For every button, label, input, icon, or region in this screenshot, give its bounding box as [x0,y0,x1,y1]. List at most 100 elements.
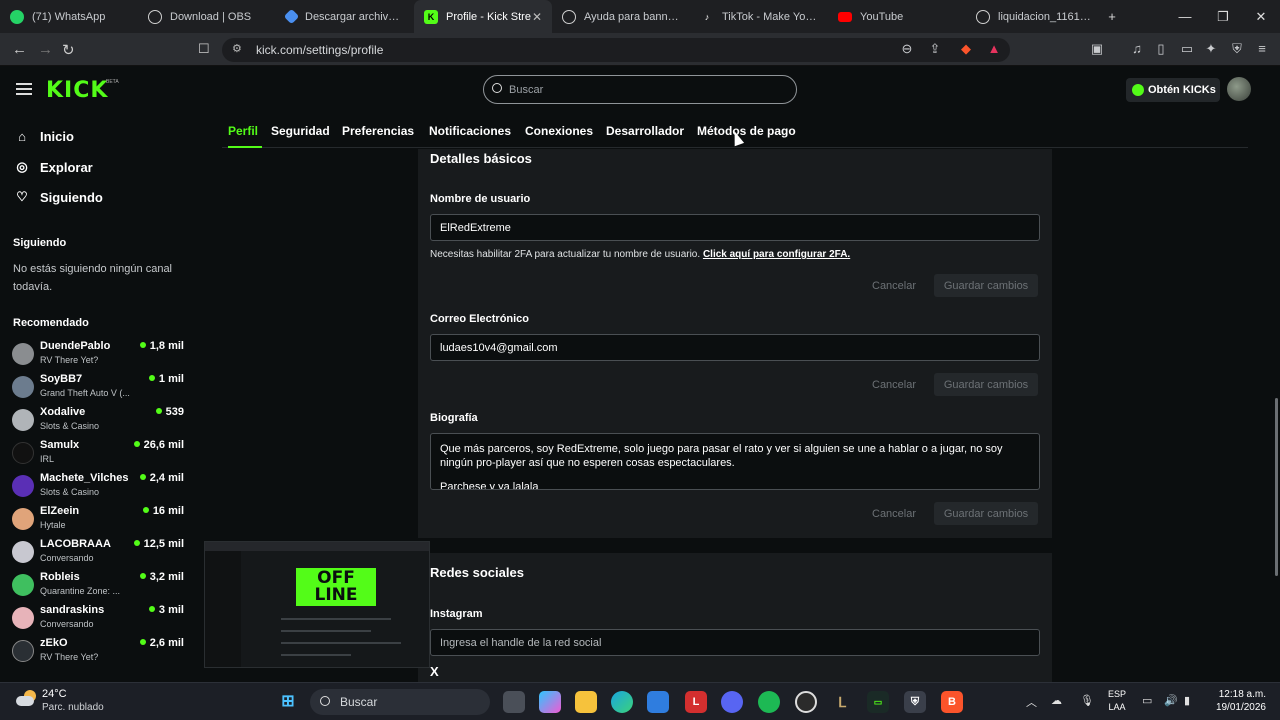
leo-ai-icon[interactable]: ✦ [1203,42,1219,56]
cancel-button[interactable]: Cancelar [872,379,916,391]
onedrive-icon[interactable]: ☁ [1051,694,1062,707]
obs-icon[interactable] [795,691,817,713]
close-preview-button[interactable]: X [430,664,439,679]
weather-condition: Parc. nublado [42,702,104,713]
browser-tab-liquidacion[interactable]: liquidacion_1161513 [966,0,1104,33]
save-button[interactable]: Guardar cambios [934,274,1038,297]
tab-perfil[interactable]: Perfil [228,124,258,138]
forward-icon[interactable]: → [38,41,53,58]
file-explorer-icon[interactable] [575,691,597,713]
language-indicator[interactable]: ESP LAA [1108,688,1126,714]
app-l-icon[interactable]: L [685,691,707,713]
reload-icon[interactable]: ↻ [62,41,75,59]
tab-notificaciones[interactable]: Notificaciones [429,124,511,138]
sidebar-toggle-icon[interactable]: ▯ [1153,42,1169,56]
browser-tab-obs[interactable]: Download | OBS [138,0,276,33]
copilot-icon[interactable] [539,691,561,713]
browser-tab-chatgpt[interactable]: Ayuda para banner k [552,0,690,33]
recommended-channel[interactable]: DuendePablo RV There Yet? 1,8 mil [12,340,184,372]
live-dot-icon [139,639,146,645]
volume-icon[interactable]: 🔊 [1164,694,1178,707]
sidebar-item-explorar[interactable]: ◎ Explorar [14,159,92,175]
spotify-icon[interactable] [758,691,780,713]
browser-tab-ilovepdf[interactable]: Descargar archivo | iL [276,0,414,33]
league-icon[interactable]: Ⅼ [831,691,853,713]
zoom-icon[interactable]: ⊖ [899,42,915,56]
close-tab-icon[interactable]: ✕ [532,10,542,24]
brave-rewards-icon[interactable]: ▲ [986,42,1002,56]
username-field[interactable]: ElRedExtreme [430,214,1040,241]
avatar [12,607,34,629]
page-scrollbar[interactable] [1275,398,1278,576]
maximize-icon[interactable]: ❐ [1204,9,1242,25]
recommended-channel[interactable]: Robleis Quarantine Zone: ... 3,2 mil [12,571,184,603]
sidebar-item-siguiendo[interactable]: ♡ Siguiendo [14,189,103,205]
instagram-label: Instagram [430,608,483,620]
instagram-field[interactable]: Ingresa el handle de la red social [430,629,1040,656]
avatar [12,343,34,365]
task-view-icon[interactable] [503,691,525,713]
tray-overflow-icon[interactable]: ︿ [1026,694,1037,710]
close-window-icon[interactable]: ✕ [1242,9,1280,25]
tab-conexiones[interactable]: Conexiones [525,124,593,138]
get-kicks-button[interactable]: Obtén KICKs [1126,78,1220,102]
screenshot-icon[interactable]: ▣ [1089,42,1105,56]
recommended-channel[interactable]: Machete_Vilches Slots & Casino 2,4 mil [12,472,184,504]
recommended-channel[interactable]: LACOBRAAA Conversando 12,5 mil [12,538,184,570]
vpn-icon[interactable]: ⛨ [1229,42,1245,56]
share-icon[interactable]: ⇪ [927,42,943,56]
save-button[interactable]: Guardar cambios [934,502,1038,525]
recommended-channel[interactable]: Xodalive Slots & Casino 539 [12,406,184,438]
email-field[interactable]: ludaes10v4@gmail.com [430,334,1040,361]
url-field[interactable]: ⚙ kick.com/settings/profile [222,38,1010,62]
user-avatar[interactable] [1227,77,1251,101]
wallet-icon[interactable]: ▭ [1179,42,1195,56]
tab-desarrollador[interactable]: Desarrollador [606,124,684,138]
recommended-channel[interactable]: ElZeein Hytale 16 mil [12,505,184,537]
tab-seguridad[interactable]: Seguridad [271,124,330,138]
live-dot-icon [148,606,155,612]
browser-tab-tiktok[interactable]: ♪ TikTok - Make Your D [690,0,828,33]
recommended-channel[interactable]: Samulx IRL 26,6 mil [12,439,184,471]
edge-icon[interactable] [611,691,633,713]
app-shield-icon[interactable]: ⛨ [904,691,926,713]
browser-tab-whatsapp[interactable]: (71) WhatsApp [0,0,138,33]
twofa-link[interactable]: Click aquí para configurar 2FA. [703,249,850,260]
recommended-channel[interactable]: zEkO RV There Yet? 2,6 mil [12,637,184,669]
site-settings-icon[interactable]: ⚙ [232,42,242,55]
recommended-channel[interactable]: SoyBB7 Grand Theft Auto V (... 1 mil [12,373,184,405]
minimize-icon[interactable]: — [1166,9,1204,24]
browser-tab-youtube[interactable]: YouTube [828,0,966,33]
windows-start-icon[interactable]: ⊞ [277,691,299,713]
menu-icon[interactable]: ≡ [1254,42,1270,56]
clock[interactable]: 12:18 a.m. 19/01/2026 [1210,688,1266,714]
recommended-channel[interactable]: sandraskins Conversando 3 mil [12,604,184,636]
microphone-icon[interactable]: 🎙 [1080,694,1094,707]
browser-tab-kick[interactable]: K Profile - Kick Stre ✕ [414,0,552,33]
brave-shield-icon[interactable]: ◆ [958,42,974,56]
bookmark-icon[interactable]: ☐ [198,41,210,57]
cancel-button[interactable]: Cancelar [872,508,916,520]
tab-preferencias[interactable]: Preferencias [342,124,414,138]
hamburger-menu-icon[interactable] [16,83,32,95]
brave-icon[interactable]: B [941,691,963,713]
save-button[interactable]: Guardar cambios [934,373,1038,396]
cancel-button[interactable]: Cancelar [872,280,916,292]
network-icon[interactable]: ▭ [1142,694,1152,707]
bio-textarea[interactable]: Que más parceros, soy RedExtreme, solo j… [430,433,1040,490]
avatar [12,508,34,530]
music-icon[interactable]: ♫ [1129,42,1145,56]
kick-logo[interactable]: KICK [46,78,108,103]
weather-cloud-icon[interactable] [16,690,38,708]
search-input[interactable]: Buscar [483,75,797,104]
store-icon[interactable] [647,691,669,713]
tab-metodos-de-pago[interactable]: Métodos de pago [697,124,796,138]
terminal-icon[interactable]: ▭ [867,691,889,713]
viewer-count: 26,6 mil [133,439,184,451]
sidebar-item-inicio[interactable]: ⌂ Inicio [14,129,74,144]
discord-icon[interactable] [721,691,743,713]
taskbar-search[interactable]: Buscar [310,689,490,715]
battery-icon[interactable]: ▮ [1184,694,1190,707]
back-icon[interactable]: ← [12,41,27,58]
stream-preview-window[interactable]: OFF LINE [204,541,430,668]
